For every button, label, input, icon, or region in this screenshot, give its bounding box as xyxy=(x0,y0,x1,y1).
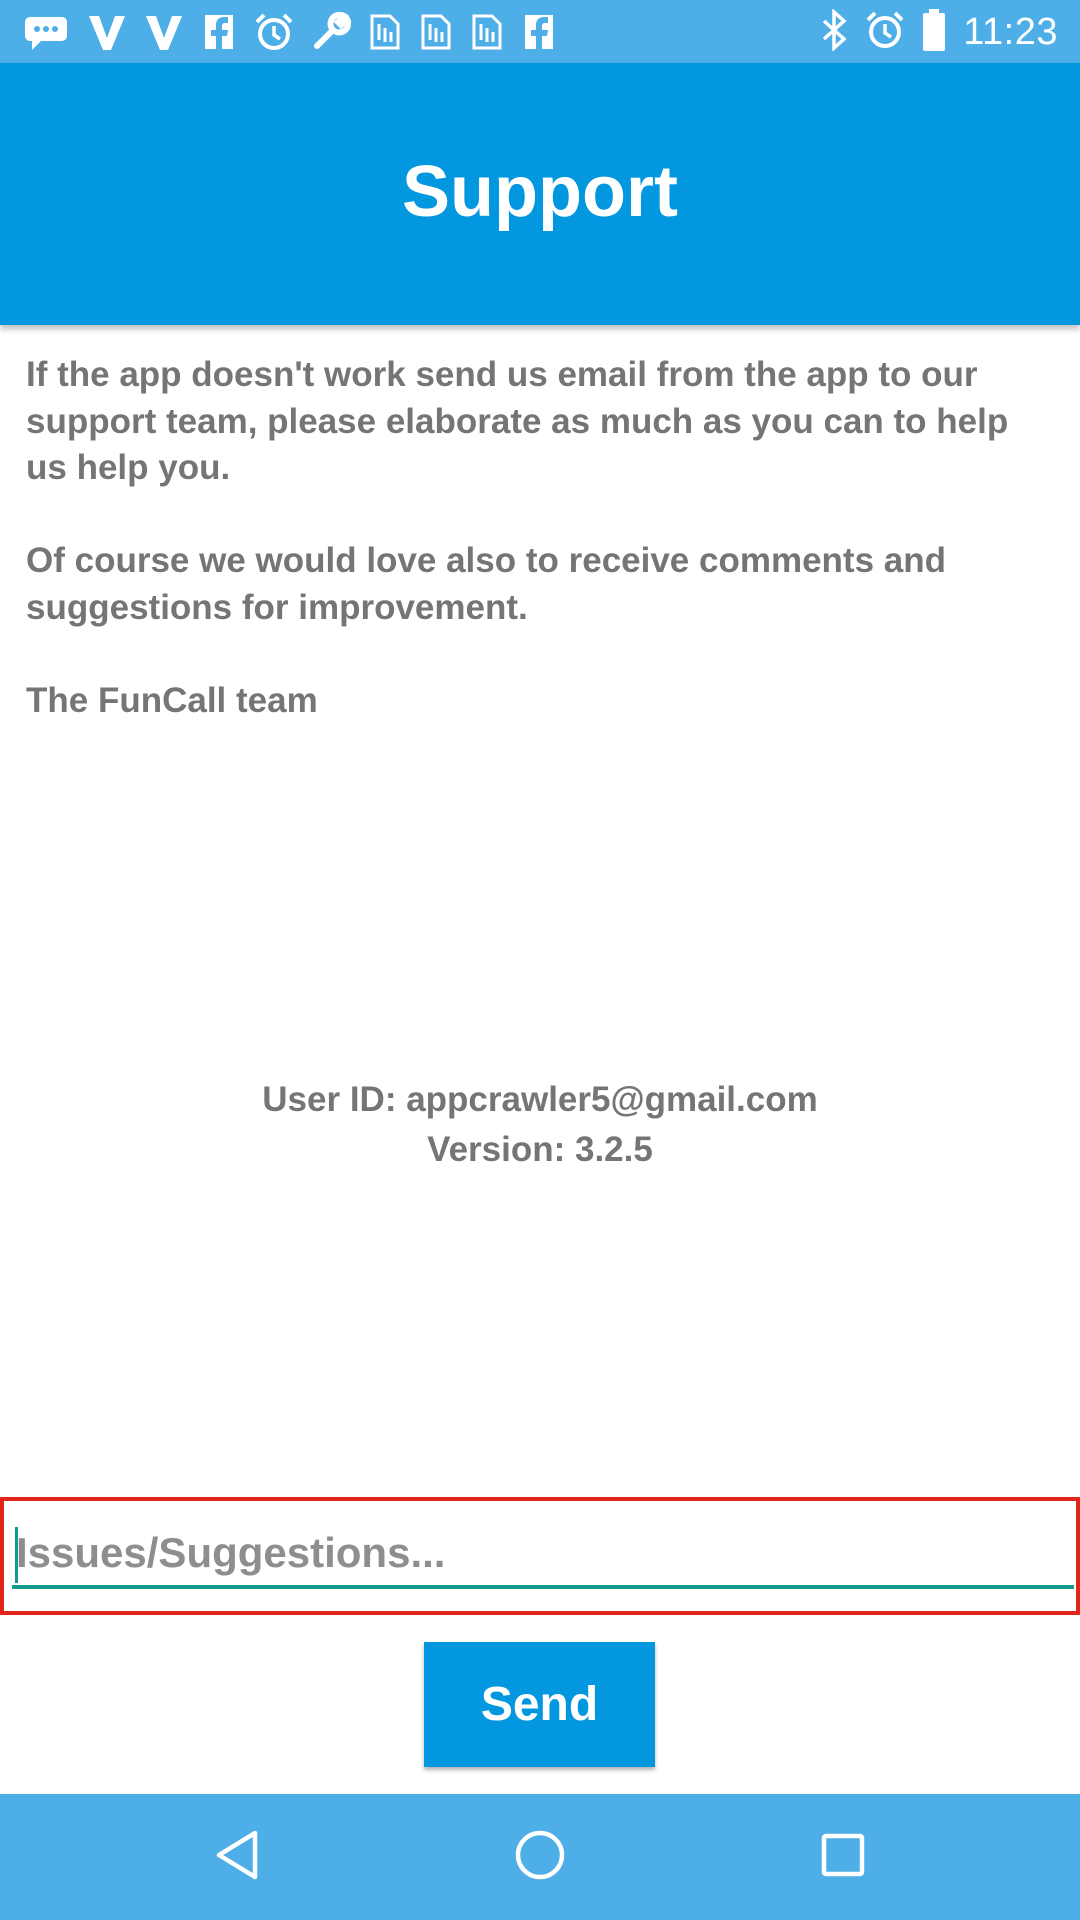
send-button[interactable]: Send xyxy=(424,1642,655,1767)
chat-icon xyxy=(22,12,70,52)
system-icons: 11:23 xyxy=(819,7,1058,57)
account-info: User ID: appcrawler5@gmail.com Version: … xyxy=(0,1075,1080,1175)
user-id-label: User ID: appcrawler5@gmail.com xyxy=(262,1080,818,1119)
issues-input-highlight xyxy=(0,1497,1080,1615)
alarm-icon xyxy=(865,10,905,55)
vee-icon xyxy=(87,12,127,52)
facebook-icon xyxy=(201,12,237,52)
support-intro: If the app doesn't work send us email fr… xyxy=(26,352,1056,724)
alarm-icon xyxy=(254,12,294,52)
navigation-bar xyxy=(0,1794,1080,1920)
back-button[interactable] xyxy=(158,1794,318,1920)
team-signature: The FunCall team xyxy=(26,680,318,720)
intro-paragraph: Of course we would love also to receive … xyxy=(26,541,946,627)
page-title: Support xyxy=(402,152,678,232)
bluetooth-icon xyxy=(819,7,849,56)
intro-paragraph: If the app doesn't work send us email fr… xyxy=(26,355,1009,487)
version-label: Version: 3.2.5 xyxy=(427,1130,653,1169)
sim-icon xyxy=(470,12,504,52)
app-bar: Support xyxy=(0,63,1080,325)
notification-icons xyxy=(22,10,557,54)
recents-icon xyxy=(818,1830,868,1885)
clock: 11:23 xyxy=(963,10,1058,53)
home-icon xyxy=(513,1828,567,1887)
recents-button[interactable] xyxy=(763,1794,923,1920)
status-bar: 11:23 xyxy=(0,0,1080,63)
facebook-icon xyxy=(521,12,557,52)
vee-icon xyxy=(144,12,184,52)
sim-icon xyxy=(368,12,402,52)
sim-icon xyxy=(419,12,453,52)
battery-icon xyxy=(921,8,947,57)
home-button[interactable] xyxy=(460,1794,620,1920)
back-icon xyxy=(213,1828,263,1887)
wrench-icon xyxy=(311,12,351,52)
text-cursor xyxy=(15,1527,18,1583)
issues-input[interactable] xyxy=(12,1521,1074,1589)
